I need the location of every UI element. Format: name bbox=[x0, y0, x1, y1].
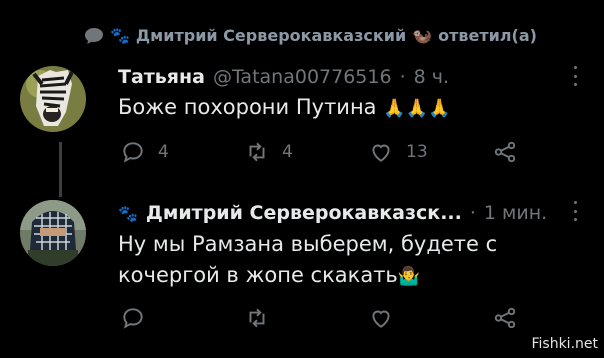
retweet-count: 4 bbox=[282, 142, 293, 162]
tweet-2-actions bbox=[120, 305, 604, 331]
timestamp[interactable]: 8 ч. bbox=[414, 66, 449, 88]
timestamp[interactable]: 1 мин. bbox=[484, 202, 547, 224]
like-button[interactable]: 13 bbox=[368, 139, 492, 165]
dog-emoji-icon: 🦦 bbox=[412, 26, 433, 45]
retweet-icon bbox=[249, 308, 265, 328]
retweet-icon bbox=[249, 142, 265, 162]
tweet-text: Боже похорони Путина bbox=[118, 95, 377, 119]
shrug-emoji-icon: 🤷‍♂️ bbox=[397, 266, 421, 287]
share-button[interactable] bbox=[492, 305, 604, 331]
separator-dot: · bbox=[399, 66, 406, 88]
share-icon bbox=[494, 141, 516, 163]
pray-emoji-icon: 🙏🙏🙏 bbox=[383, 98, 451, 119]
share-icon bbox=[494, 307, 516, 329]
like-button[interactable] bbox=[368, 305, 492, 331]
reply-context-name[interactable]: Дмитрий Серверокавказский bbox=[136, 26, 406, 45]
avatar[interactable] bbox=[20, 66, 86, 132]
paw-icon: 🐾 bbox=[118, 204, 138, 223]
like-icon bbox=[372, 144, 390, 162]
paw-icon: 🐾 bbox=[110, 26, 130, 45]
like-icon bbox=[372, 310, 390, 328]
retweet-button[interactable] bbox=[244, 305, 368, 331]
tweet-text-line-1: Ну мы Рамзана выберем, будете с bbox=[118, 232, 498, 256]
like-count: 13 bbox=[406, 142, 428, 162]
avatar[interactable] bbox=[20, 200, 86, 266]
share-button[interactable] bbox=[492, 139, 604, 165]
more-icon[interactable] bbox=[572, 66, 578, 86]
reply-icon bbox=[123, 142, 143, 163]
watermark: Fishki.net bbox=[531, 336, 598, 352]
tweet-1-header: Татьяна @Tatana00776516 · 8 ч. bbox=[118, 66, 449, 88]
speech-bubble-icon bbox=[85, 27, 103, 44]
separator-dot: · bbox=[469, 202, 476, 224]
author-handle[interactable]: @Tatana00776516 bbox=[213, 66, 392, 88]
reply-icon bbox=[123, 308, 143, 329]
reply-context-suffix: ответил(а) bbox=[438, 26, 537, 45]
tweet-2-header: 🐾 Дмитрий Серверокавказск... · 1 мин. bbox=[118, 202, 547, 224]
soldier-avatar-icon bbox=[20, 200, 86, 266]
tweet-text-line-2: кочергой в жопе скакать bbox=[118, 263, 398, 287]
more-icon[interactable] bbox=[572, 201, 578, 221]
zebra-avatar-icon bbox=[20, 66, 86, 132]
reply-button[interactable] bbox=[120, 305, 244, 331]
reply-context: 🐾 Дмитрий Серверокавказский 🦦 ответил(а) bbox=[84, 26, 537, 45]
reply-button[interactable]: 4 bbox=[120, 139, 244, 165]
tweet-2-text: Ну мы Рамзана выберем, будете с кочергой… bbox=[118, 229, 497, 292]
retweet-button[interactable]: 4 bbox=[244, 139, 368, 165]
author-name[interactable]: Дмитрий Серверокавказск... bbox=[146, 202, 462, 224]
author-name[interactable]: Татьяна bbox=[118, 66, 205, 88]
tweet-1-text: Боже похорони Путина 🙏🙏🙏 bbox=[118, 92, 451, 124]
tweet-1-actions: 4 4 13 bbox=[120, 139, 604, 165]
reply-count: 4 bbox=[158, 142, 169, 162]
thread-line bbox=[59, 142, 62, 197]
